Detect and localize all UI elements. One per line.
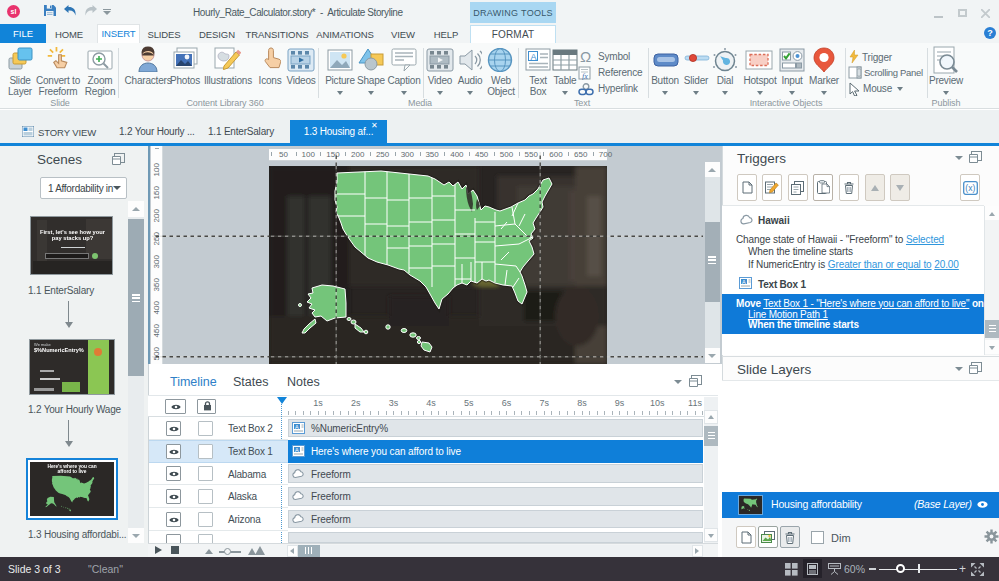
- svg-text:A: A: [531, 52, 537, 62]
- svg-text:(x): (x): [965, 183, 975, 193]
- svg-text:A: A: [295, 447, 299, 453]
- svg-text:fx: fx: [582, 72, 588, 81]
- svg-text:A: A: [295, 424, 299, 430]
- svg-text:A: A: [742, 279, 746, 285]
